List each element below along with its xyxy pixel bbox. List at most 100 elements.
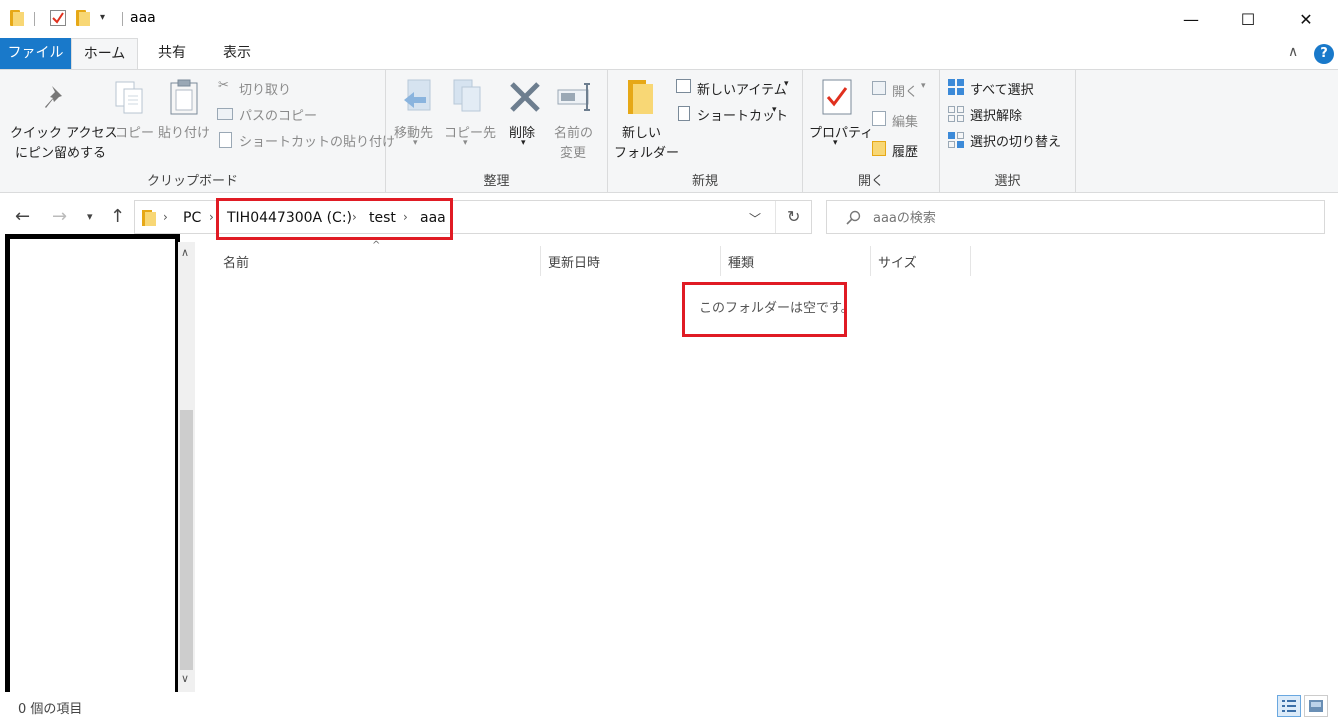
- divider: [122, 12, 123, 26]
- column-header-type[interactable]: 種類: [728, 252, 754, 271]
- scroll-down-icon[interactable]: ∨: [181, 672, 189, 685]
- ribbon: クイック アクセス にピン留めする コピー 貼り付け ✂ 切り取り パスのコピー…: [0, 69, 1338, 193]
- title-bar: ▾ aaa — ☐ ✕: [0, 0, 1338, 38]
- column-header-size[interactable]: サイズ: [878, 252, 917, 271]
- invert-selection-label: 選択の切り替え: [970, 135, 1062, 150]
- organize-group: 移動先 ▾ コピー先 ▾ 削除 ▾ 名前の 変更 整理: [386, 70, 608, 192]
- tab-share[interactable]: 共有: [142, 38, 202, 70]
- pin-label: クイック アクセス: [10, 126, 118, 141]
- large-icons-view-icon: [1309, 700, 1323, 712]
- large-icons-view-button[interactable]: [1304, 695, 1328, 717]
- new-item-label: 新しいアイテム: [697, 83, 787, 98]
- folder-icon: [142, 210, 156, 226]
- new-item-icon: [676, 79, 691, 93]
- clipboard-icon: [170, 79, 198, 115]
- chevron-down-icon: ▾: [772, 105, 777, 115]
- chevron-down-icon[interactable]: ﹀: [749, 210, 761, 227]
- breadcrumb-chevron-icon[interactable]: ›: [163, 210, 168, 224]
- nav-scrollbar[interactable]: ∧ ∨: [178, 242, 195, 692]
- window-title: aaa: [130, 10, 156, 26]
- file-list[interactable]: ^ 名前 更新日時 種類 サイズ このフォルダーは空です。: [196, 240, 1338, 692]
- highlight-box: [682, 282, 847, 337]
- tab-view[interactable]: 表示: [206, 38, 268, 70]
- rename-icon: [557, 83, 590, 111]
- folder-icon: [628, 80, 653, 114]
- clipboard-group: クイック アクセス にピン留めする コピー 貼り付け ✂ 切り取り パスのコピー…: [0, 70, 395, 192]
- history-icon: [872, 141, 886, 156]
- chevron-down-icon: ▾: [463, 138, 468, 148]
- open-icon: [872, 81, 886, 95]
- invert-selection-icon: [948, 132, 964, 148]
- details-view-button[interactable]: [1277, 695, 1301, 717]
- copy-to-icon: [453, 79, 481, 112]
- properties-icon: [822, 79, 852, 115]
- select-all-icon: [948, 79, 964, 95]
- history-label: 履歴: [892, 145, 919, 160]
- breadcrumb-pc[interactable]: PC: [183, 210, 201, 226]
- folder-icon: [10, 10, 24, 26]
- select-none-label: 選択解除: [970, 109, 1023, 124]
- column-divider[interactable]: [870, 246, 871, 276]
- new-folder-label: 新しい: [622, 126, 662, 141]
- properties-check-icon[interactable]: [50, 10, 66, 26]
- forward-arrow-icon[interactable]: →: [52, 206, 67, 227]
- chevron-down-icon: ▾: [413, 138, 418, 148]
- navigation-pane[interactable]: ∧ ∨: [0, 234, 196, 701]
- maximize-button[interactable]: ☐: [1225, 0, 1271, 38]
- copy-icon: [115, 81, 143, 114]
- pin-icon: [45, 86, 62, 108]
- search-box[interactable]: [826, 200, 1325, 234]
- status-bar: 0 個の項目: [0, 692, 1338, 721]
- scissors-icon: ✂: [218, 78, 229, 93]
- customize-qat-icon[interactable]: ▾: [100, 12, 105, 23]
- column-divider[interactable]: [970, 246, 971, 276]
- new-folder-label: フォルダー: [614, 146, 680, 161]
- navigation-bar: ← → ▾ ↑ › PC › TIH0447300A (C:) › test ›…: [0, 194, 1338, 242]
- new-folder-icon[interactable]: [76, 10, 90, 26]
- tab-home[interactable]: ホーム: [71, 38, 138, 70]
- delete-x-icon: [510, 82, 540, 112]
- help-icon[interactable]: ?: [1314, 44, 1334, 64]
- rename-label: 名前の: [554, 126, 594, 141]
- details-view-icon: [1282, 700, 1296, 712]
- edit-icon: [872, 111, 886, 126]
- chevron-down-icon: ▾: [921, 81, 926, 91]
- column-header-modified[interactable]: 更新日時: [548, 252, 600, 271]
- item-count: 0 個の項目: [18, 702, 83, 717]
- up-arrow-icon[interactable]: ↑: [110, 206, 125, 227]
- new-group: 新しい フォルダー 新しいアイテム ▾ ショートカット ▾ 新規: [608, 70, 803, 192]
- shortcut-icon: [678, 106, 690, 121]
- refresh-icon[interactable]: ↻: [787, 207, 800, 226]
- column-divider[interactable]: [540, 246, 541, 276]
- copy-path-label: パスのコピー: [239, 109, 318, 124]
- ribbon-tabs: ファイル ホーム 共有 表示 ∧ ?: [0, 38, 1338, 70]
- select-group: すべて選択 選択解除 選択の切り替え 選択: [940, 70, 1076, 192]
- close-button[interactable]: ✕: [1283, 0, 1329, 38]
- copy-path-icon: [217, 108, 233, 120]
- scrollbar-thumb[interactable]: [180, 410, 193, 670]
- select-none-icon: [948, 106, 964, 122]
- search-input[interactable]: [873, 208, 1293, 228]
- clipboard-group-label: クリップボード: [146, 174, 238, 189]
- breadcrumb-chevron-icon[interactable]: ›: [209, 210, 214, 224]
- sort-indicator-icon: ^: [372, 240, 381, 251]
- minimize-button[interactable]: —: [1168, 0, 1214, 38]
- properties-label: プロパティ: [809, 126, 874, 141]
- back-arrow-icon[interactable]: ←: [15, 206, 30, 227]
- tab-file[interactable]: ファイル: [0, 38, 71, 70]
- redaction-box: [5, 234, 180, 701]
- scroll-up-icon[interactable]: ∧: [181, 246, 189, 259]
- search-icon: [846, 210, 861, 225]
- recent-locations-chevron-icon[interactable]: ▾: [87, 210, 93, 223]
- new-group-label: 新規: [691, 174, 718, 189]
- open-group: プロパティ ▾ 開く ▾ 編集 履歴 開く: [803, 70, 940, 192]
- open-group-label: 開く: [857, 174, 884, 189]
- chevron-up-icon[interactable]: ∧: [1288, 44, 1298, 60]
- paste-shortcut-label: ショートカットの貼り付け: [239, 135, 396, 150]
- copy-label: コピー: [115, 126, 155, 141]
- organize-group-label: 整理: [483, 174, 510, 189]
- open-label: 開く: [892, 85, 919, 100]
- column-divider[interactable]: [720, 246, 721, 276]
- chevron-down-icon: ▾: [833, 138, 838, 148]
- column-header-name[interactable]: 名前: [223, 252, 249, 271]
